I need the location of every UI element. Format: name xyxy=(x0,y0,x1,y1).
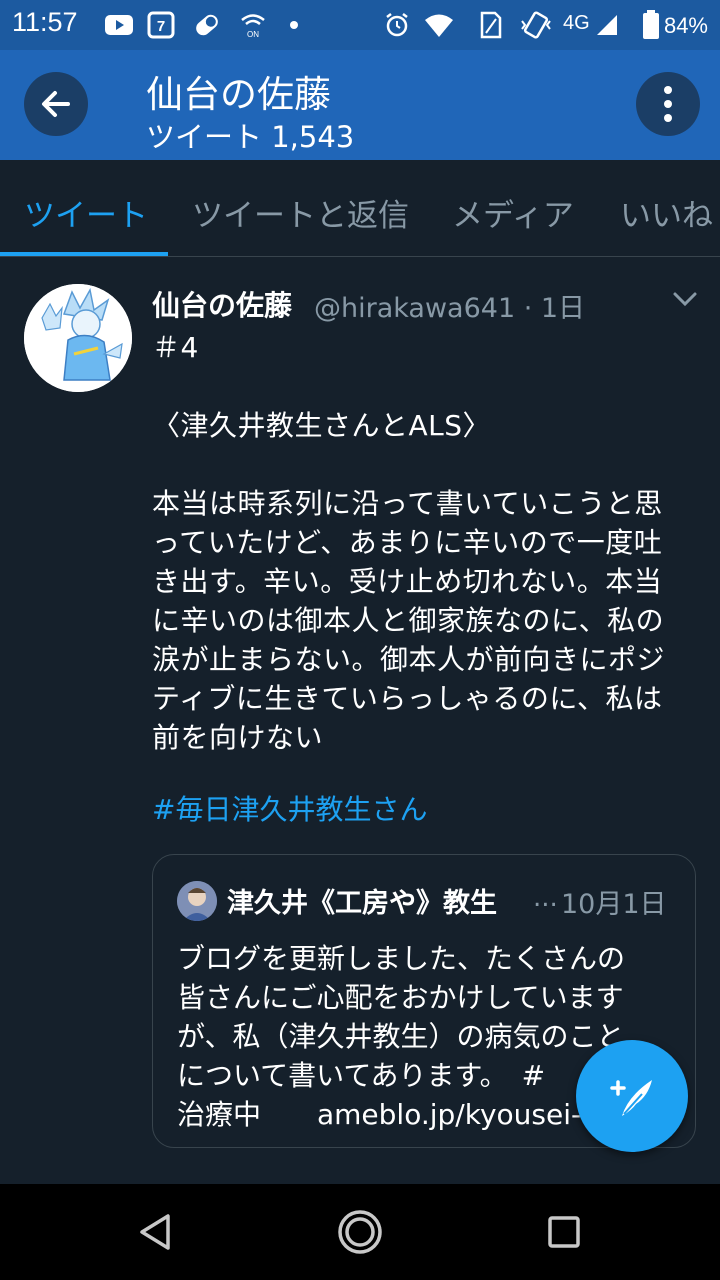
compose-feather-icon xyxy=(610,1080,652,1116)
wifi-icon xyxy=(422,10,456,40)
square-recents-icon xyxy=(548,1216,580,1248)
status-time: 11:57 xyxy=(12,7,78,37)
arrow-left-icon xyxy=(42,91,70,117)
tweet-count: ツイート 1,543 xyxy=(146,120,355,154)
vibrate-icon xyxy=(518,10,554,40)
quoted-avatar xyxy=(177,881,217,921)
avatar[interactable] xyxy=(24,284,132,392)
tweet-author-name[interactable]: 仙台の佐藤 xyxy=(152,284,292,324)
tweet-text-line: 本当は時系列に沿って書いていこうと思 xyxy=(152,487,663,520)
tab-tweets-and-replies[interactable]: ツイートと返信 xyxy=(192,190,409,235)
status-bar: 11:57 7 ON 4G 84% xyxy=(0,0,720,50)
tab-likes[interactable]: いいね xyxy=(620,190,713,235)
tweet-author-handle-time: @hirakawa641 · 1日 xyxy=(314,293,586,324)
system-navigation-bar xyxy=(0,1184,720,1280)
quoted-text-line: について書いてあります。 # xyxy=(177,1059,546,1092)
dot-icon xyxy=(286,10,302,40)
active-tab-indicator xyxy=(0,252,168,256)
tweet-text-line: き出す。辛い。受け止め切れない。本当 xyxy=(152,565,663,598)
quoted-date: 10月1日 xyxy=(561,889,667,920)
more-vertical-icon xyxy=(664,86,672,122)
page-title: 仙台の佐藤 xyxy=(146,73,331,116)
nav-home-button[interactable] xyxy=(330,1202,390,1262)
quoted-text-line: ブログを更新しました、たくさんの xyxy=(177,942,626,975)
wifi-on-icon: ON xyxy=(238,10,268,40)
tweet-text-line: 〈津久井教生さんとALS〉 xyxy=(152,409,492,442)
compose-tweet-button[interactable] xyxy=(576,1040,688,1152)
pill-icon xyxy=(190,10,224,40)
tweet-text-line: 涙が止まらない。御本人が前向きにポジ xyxy=(152,643,666,676)
quoted-text-line: 治療中 ameblo.jp/kyousei- xyxy=(177,1098,582,1131)
back-button[interactable] xyxy=(24,72,88,136)
quoted-author-name: 津久井《工房や》教生 xyxy=(227,888,497,919)
circle-home-icon xyxy=(338,1210,382,1254)
triangle-back-icon xyxy=(140,1214,170,1250)
profile-header: 仙台の佐藤 ツイート 1,543 xyxy=(0,50,720,160)
tab-tweets[interactable]: ツイート xyxy=(24,190,148,235)
more-options-button[interactable] xyxy=(636,72,700,136)
seven-eleven-icon: 7 xyxy=(146,10,176,40)
tweet-hashtag-link[interactable]: #毎日津久井教生さん xyxy=(152,788,427,828)
tab-media[interactable]: メディア xyxy=(452,190,574,235)
sim-icon xyxy=(476,10,506,40)
tweet-text-line: ＃4 xyxy=(152,331,199,364)
battery-percent: 84% xyxy=(663,13,708,38)
svg-text:ON: ON xyxy=(247,30,259,39)
tweet-text-line: ティブに生きていらっしゃるのに、私は xyxy=(152,682,663,715)
quoted-text-line: が、私（津久井教生）の病気のこと xyxy=(177,1020,625,1053)
battery-icon xyxy=(640,10,662,40)
svg-text:7: 7 xyxy=(157,18,165,35)
quoted-ellipsis: ... xyxy=(533,883,558,913)
quoted-text-line: 皆さんにご心配をおかけしています xyxy=(177,981,624,1014)
alarm-icon xyxy=(382,10,412,40)
chevron-down-icon[interactable] xyxy=(672,290,698,310)
tweet-text-line: に辛いのは御本人と御家族なのに、私の xyxy=(152,604,665,637)
tweet-text-line: っていたけど、あまりに辛いので一度吐 xyxy=(152,526,663,559)
profile-tabs: ツイート ツイートと返信 メディア いいね xyxy=(0,160,720,257)
network-type: 4G xyxy=(563,12,590,34)
nav-recents-button[interactable] xyxy=(534,1202,594,1262)
youtube-icon xyxy=(104,10,134,40)
tweet-text-line: 前を向けない xyxy=(152,721,324,754)
signal-icon xyxy=(594,10,620,40)
nav-back-button[interactable] xyxy=(126,1202,186,1262)
